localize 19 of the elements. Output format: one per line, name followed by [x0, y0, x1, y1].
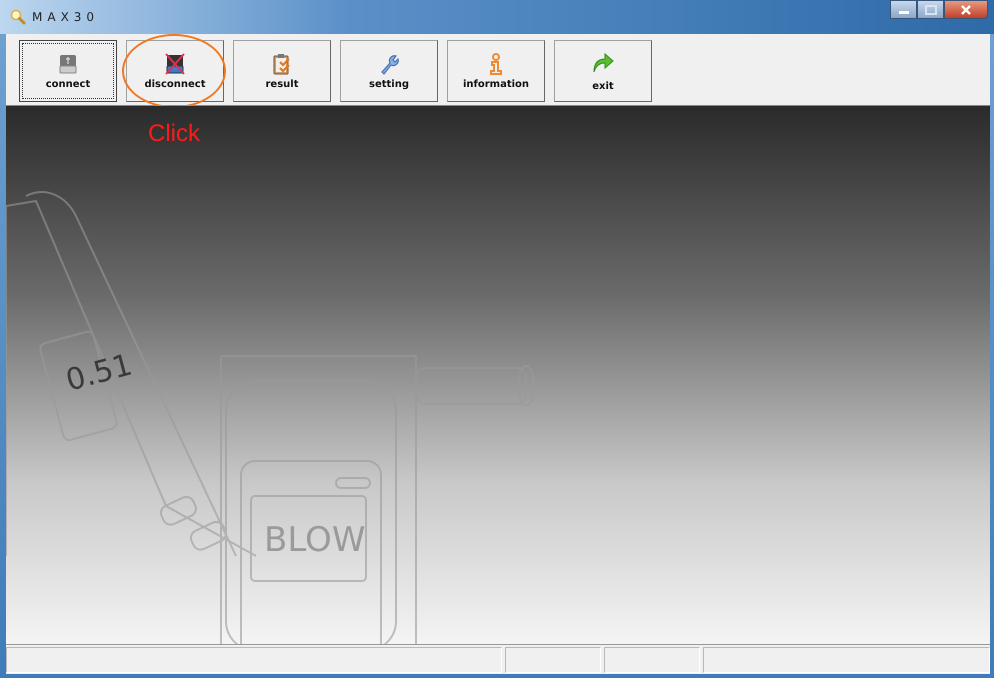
usb-drive-icon	[57, 52, 79, 74]
minimize-button[interactable]	[890, 0, 917, 19]
setting-button[interactable]: setting	[340, 40, 438, 102]
result-button[interactable]: result	[233, 40, 331, 102]
display-reading: 0.51	[62, 347, 136, 399]
exit-button[interactable]: exit	[554, 40, 652, 102]
close-icon	[960, 4, 972, 14]
magnifier-icon	[10, 9, 26, 25]
curved-arrow-icon	[591, 50, 615, 72]
disconnect-button[interactable]: disconnect	[126, 40, 224, 102]
maximize-button[interactable]	[917, 0, 944, 19]
information-button[interactable]: information	[447, 40, 545, 102]
clipboard-check-icon	[271, 52, 293, 74]
close-button[interactable]	[944, 0, 988, 19]
display-message: BLOW	[264, 520, 366, 560]
window-title: MAX30	[32, 10, 100, 24]
crossed-usb-drive-icon	[164, 52, 186, 74]
connect-button[interactable]: connect	[19, 40, 117, 102]
annotation-text: Click	[148, 120, 200, 148]
